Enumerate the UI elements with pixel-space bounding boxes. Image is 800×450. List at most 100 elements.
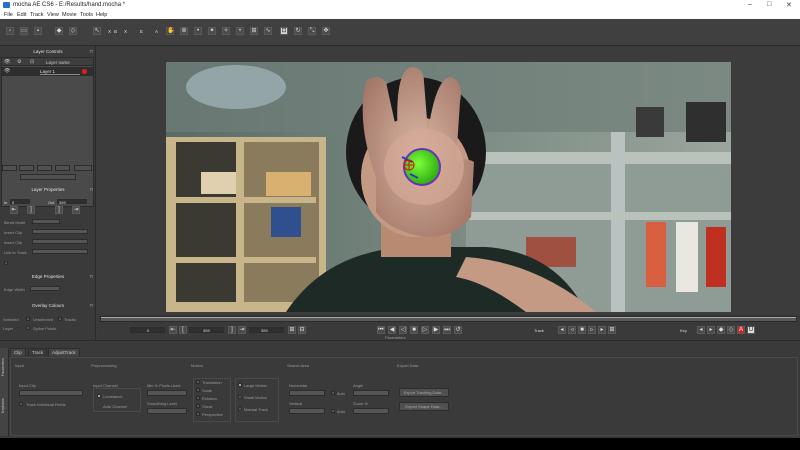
in-prev-icon[interactable]: ⇤ — [10, 206, 18, 214]
hand-tool-icon[interactable]: ✋ — [166, 27, 174, 35]
point-tool-icon[interactable]: • — [194, 27, 202, 35]
luminance-radio[interactable] — [97, 394, 101, 398]
out-next-icon[interactable]: ⇥ — [72, 206, 80, 214]
horizontal-field[interactable] — [289, 390, 325, 396]
zoom-tool-icon[interactable]: ⊕ — [180, 27, 188, 35]
out-set-icon[interactable]: ] — [55, 206, 63, 214]
smoothing-field[interactable] — [147, 408, 187, 414]
transform-tool-icon[interactable]: ⊞ — [250, 27, 258, 35]
menu-view[interactable]: View — [47, 12, 59, 18]
adjusted-track-checkbox[interactable] — [4, 261, 8, 265]
scale-checkbox[interactable] — [196, 388, 200, 392]
play-forward-icon[interactable]: ▷ — [421, 326, 429, 334]
gear-icon[interactable]: ⚙ — [17, 59, 21, 65]
layer-btn-2[interactable] — [19, 165, 34, 171]
import-icon[interactable]: ◆ — [55, 27, 63, 35]
tool-a[interactable]: A — [155, 29, 158, 34]
minimize-button[interactable]: – — [748, 1, 752, 8]
small-motion-radio[interactable] — [238, 395, 242, 399]
set-in-bracket-icon[interactable]: [ — [179, 326, 187, 334]
layer-visibility-icon[interactable]: 👁 — [4, 68, 10, 74]
in-set-icon[interactable]: ] — [27, 206, 35, 214]
lock-icon[interactable]: ⊡ — [30, 59, 34, 65]
key-prev-icon[interactable]: ◂ — [697, 326, 705, 334]
shear-checkbox[interactable] — [196, 404, 200, 408]
link-tool-icon[interactable]: ∿ — [264, 27, 272, 35]
manual-track-radio[interactable] — [238, 407, 242, 411]
insert-clip-select-2[interactable] — [32, 239, 88, 244]
rotate-icon[interactable]: ↻ — [294, 27, 302, 35]
unkey-icon[interactable]: U — [747, 326, 755, 334]
min-pct-field[interactable] — [147, 390, 187, 396]
save-project-icon[interactable]: ▪ — [34, 27, 42, 35]
play-backward-icon[interactable]: ◁ — [399, 326, 407, 334]
select-tool-icon[interactable]: ↖ — [93, 27, 101, 35]
step-back-icon[interactable]: ◀ — [388, 326, 396, 334]
video-frame[interactable] — [166, 62, 731, 312]
set-in-icon[interactable]: ⇤ — [169, 326, 177, 334]
move-icon[interactable]: ✥ — [322, 27, 330, 35]
edge-width-field[interactable] — [30, 286, 60, 291]
menu-edit[interactable]: Edit — [17, 12, 26, 18]
layer-btn-5[interactable] — [74, 165, 92, 171]
angle-field[interactable] — [353, 390, 389, 396]
vertical-auto-checkbox[interactable] — [331, 409, 335, 413]
track-stop-icon[interactable]: ■ — [578, 326, 586, 334]
blend-mode-select[interactable] — [32, 219, 60, 224]
visibility-icon[interactable]: 👁 — [4, 59, 10, 65]
overlay-unselected-swatch[interactable] — [58, 317, 62, 321]
tool-x-1[interactable]: X — [108, 29, 111, 34]
track-forward-icon[interactable]: ▸ — [598, 326, 606, 334]
menu-file[interactable]: File — [4, 12, 13, 18]
panel-pin-icon[interactable]: ⊓ — [89, 273, 93, 281]
menu-tools[interactable]: Tools — [80, 12, 93, 18]
panel-pin-icon[interactable]: ⊓ — [89, 186, 93, 194]
side-tab-parameters[interactable]: Parameters — [1, 358, 5, 376]
layer-btn-1[interactable] — [2, 165, 17, 171]
track-options-icon[interactable]: ⊞ — [608, 326, 616, 334]
export-icon[interactable]: ◇ — [69, 27, 77, 35]
track-back-frame-icon[interactable]: ◃ — [568, 326, 576, 334]
link-track-select[interactable] — [32, 249, 88, 254]
maximize-button[interactable]: □ — [767, 1, 771, 8]
tab-track[interactable]: Track — [28, 348, 48, 356]
close-button[interactable]: ✕ — [786, 1, 792, 9]
layer-btn-4[interactable] — [55, 165, 70, 171]
track-backward-icon[interactable]: ◂ — [558, 326, 566, 334]
horizontal-auto-checkbox[interactable] — [331, 391, 335, 395]
layer-btn-3[interactable] — [37, 165, 52, 171]
vertical-field[interactable] — [289, 408, 325, 414]
key-next-icon[interactable]: ▸ — [707, 326, 715, 334]
lock-icon[interactable]: ⊡ — [280, 27, 288, 35]
scale-icon[interactable]: ⤡ — [308, 27, 316, 35]
overlay-selected-swatch[interactable] — [26, 317, 30, 321]
translation-checkbox[interactable] — [196, 380, 200, 384]
layer-color-dot[interactable] — [82, 69, 87, 74]
menu-track[interactable]: Track — [30, 12, 44, 18]
zoom-field[interactable] — [353, 408, 389, 414]
menu-movie[interactable]: Movie — [62, 12, 77, 18]
overlay-layer-swatch[interactable] — [26, 326, 30, 330]
tab-clip[interactable]: Clip — [10, 348, 26, 356]
zoom-timeline-icon[interactable]: ⊞ — [288, 326, 296, 334]
new-project-icon[interactable]: ▫ — [6, 27, 14, 35]
key-add-icon[interactable]: ◆ — [717, 326, 725, 334]
loop-icon[interactable]: ↺ — [454, 326, 462, 334]
go-start-icon[interactable]: ⏮ — [377, 326, 385, 334]
fit-timeline-icon[interactable]: ⊟ — [298, 326, 306, 334]
set-out-bracket-icon[interactable]: ] — [228, 326, 236, 334]
input-clip-select[interactable] — [19, 390, 83, 396]
go-end-icon[interactable]: ⏭ — [443, 326, 451, 334]
rotation-checkbox[interactable] — [196, 396, 200, 400]
insert-clip-select[interactable] — [32, 229, 88, 234]
tool-b[interactable]: B — [114, 29, 117, 34]
export-tracking-button[interactable]: Export Tracking Data... — [399, 388, 449, 397]
add-point-icon[interactable]: + — [236, 27, 244, 35]
perspective-checkbox[interactable] — [196, 412, 200, 416]
set-out-icon[interactable]: ⇥ — [238, 326, 246, 334]
layer-btn-wide[interactable] — [20, 174, 76, 180]
large-motion-radio[interactable] — [238, 383, 242, 387]
auto-key-icon[interactable]: A — [737, 326, 745, 334]
open-project-icon[interactable]: ▭ — [20, 27, 28, 35]
tab-adjust-track[interactable]: AdjustTrack — [48, 348, 80, 356]
